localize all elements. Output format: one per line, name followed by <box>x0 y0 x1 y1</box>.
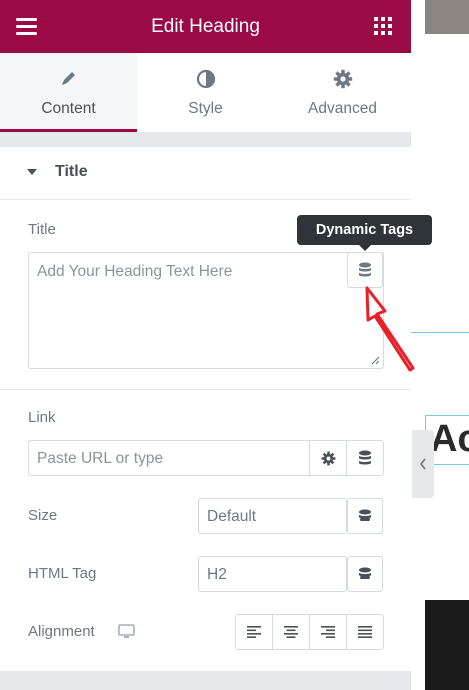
preview-image-bottom <box>425 600 469 690</box>
preview-image-top <box>425 0 469 34</box>
divider <box>0 389 411 390</box>
gear-icon <box>274 69 411 91</box>
tab-style-label: Style <box>188 100 223 117</box>
chevron-left-icon <box>419 458 426 470</box>
half-circle-icon <box>137 69 274 91</box>
tab-content[interactable]: Content <box>0 53 137 132</box>
align-center-button[interactable] <box>272 615 309 649</box>
tab-content-label: Content <box>41 100 96 117</box>
align-left-icon <box>247 626 261 638</box>
caret-down-icon <box>27 169 37 175</box>
widgets-grid-button[interactable] <box>373 16 393 36</box>
link-options-button[interactable] <box>309 441 346 475</box>
align-center-icon <box>284 626 298 638</box>
link-placeholder: Paste URL or type <box>37 450 164 467</box>
title-textarea[interactable]: Add Your Heading Text Here <box>28 252 384 369</box>
gear-icon <box>321 451 335 465</box>
section-title-toggle[interactable]: Title <box>0 147 411 200</box>
align-justify-icon <box>358 626 372 638</box>
size-field-label: Size <box>28 507 58 524</box>
panel-tabs: Content Style Advanced <box>0 53 411 132</box>
dynamic-tags-tooltip: Dynamic Tags <box>297 215 432 251</box>
pencil-icon <box>0 69 137 91</box>
collapse-panel-button[interactable] <box>412 430 434 498</box>
link-field-label: Link <box>28 409 56 426</box>
size-select[interactable]: Default <box>198 498 347 534</box>
align-left-button[interactable] <box>236 615 272 649</box>
title-field-label: Title <box>28 221 56 238</box>
desktop-icon[interactable] <box>118 624 135 639</box>
tab-advanced-label: Advanced <box>308 100 377 117</box>
tab-advanced[interactable]: Advanced <box>274 53 411 132</box>
annotation-arrow-icon <box>365 286 415 372</box>
tab-style[interactable]: Style <box>137 53 274 132</box>
database-icon <box>359 450 371 465</box>
alignment-choices <box>235 614 384 650</box>
editor-window: Edit Heading Content Style Advanced Titl… <box>0 0 469 690</box>
link-dynamic-tags-button[interactable] <box>346 441 383 475</box>
preview-heading-text: Ac <box>430 418 469 460</box>
html-tag-dynamic-tags-button[interactable] <box>347 556 383 592</box>
html-tag-field-label: HTML Tag <box>28 565 97 582</box>
alignment-field-label: Alignment <box>28 623 95 640</box>
stack-icon <box>359 567 371 579</box>
link-input[interactable]: Paste URL or type <box>28 440 384 476</box>
html-tag-value: H2 <box>207 566 227 583</box>
section-title: Title <box>55 163 88 180</box>
panel-header: Edit Heading <box>0 0 411 53</box>
title-placeholder: Add Your Heading Text Here <box>37 263 233 280</box>
size-value: Default <box>207 508 257 525</box>
editor-panel: Edit Heading Content Style Advanced Titl… <box>0 0 411 690</box>
html-tag-select[interactable]: H2 <box>198 556 347 592</box>
align-right-icon <box>321 626 335 638</box>
database-icon <box>359 262 371 277</box>
panel-title: Edit Heading <box>151 16 260 37</box>
grid-icon <box>374 17 392 35</box>
size-dynamic-tags-button[interactable] <box>347 498 383 534</box>
align-right-button[interactable] <box>309 615 346 649</box>
stack-icon <box>359 509 371 521</box>
align-justify-button[interactable] <box>346 615 383 649</box>
